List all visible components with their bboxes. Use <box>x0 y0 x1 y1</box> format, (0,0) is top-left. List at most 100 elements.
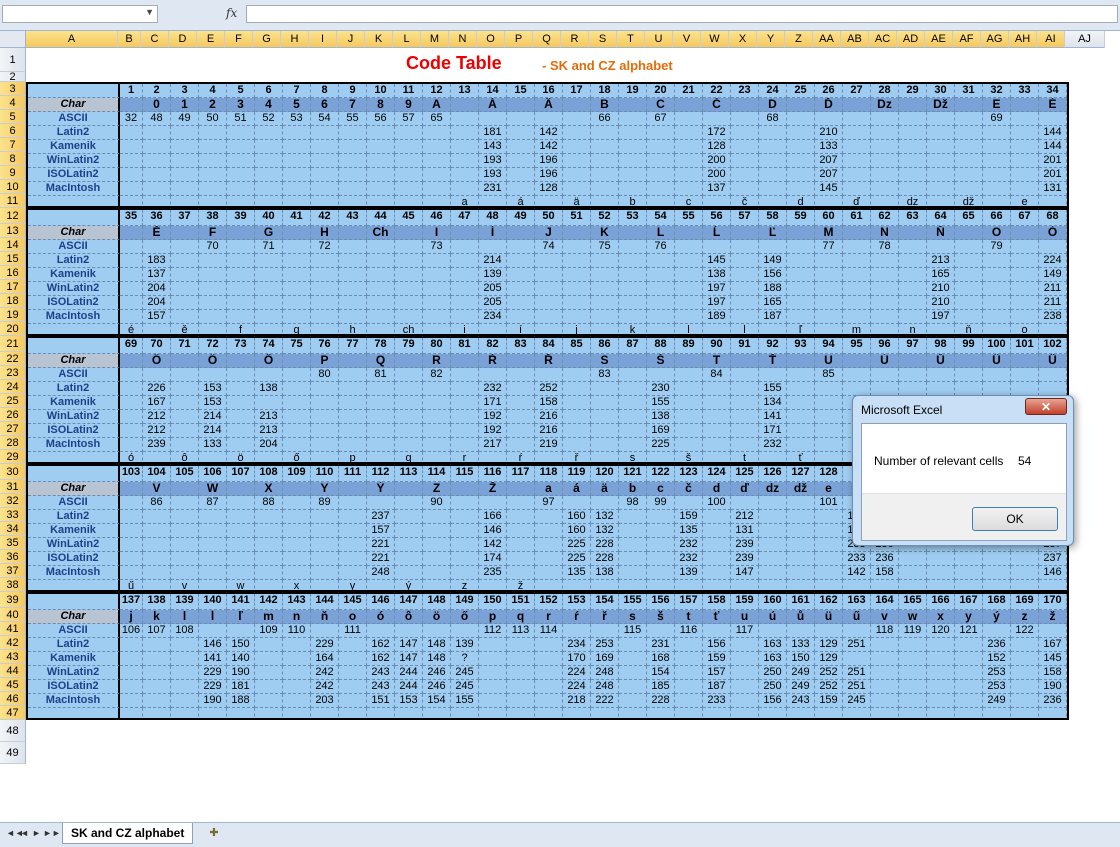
table-cell[interactable]: 221 <box>367 538 395 552</box>
table-cell[interactable] <box>899 98 927 112</box>
table-cell[interactable]: 252 <box>815 680 843 694</box>
table-cell[interactable]: 112 <box>367 466 395 482</box>
table-cell[interactable]: 214 <box>479 254 507 268</box>
table-cell[interactable] <box>647 254 675 268</box>
table-cell[interactable]: 167 <box>955 594 983 610</box>
table-cell[interactable]: É <box>1039 98 1067 112</box>
table-cell[interactable] <box>451 282 479 296</box>
table-cell[interactable]: g <box>283 324 311 334</box>
table-cell[interactable] <box>927 240 955 254</box>
table-cell[interactable] <box>647 182 675 196</box>
table-cell[interactable] <box>703 424 731 438</box>
table-cell[interactable] <box>171 368 199 382</box>
table-cell[interactable] <box>955 708 983 718</box>
table-cell[interactable] <box>955 282 983 296</box>
table-cell[interactable]: ž <box>507 580 535 590</box>
table-cell[interactable] <box>843 154 871 168</box>
table-cell[interactable]: H <box>311 226 339 240</box>
table-cell[interactable]: ř <box>563 452 591 462</box>
table-cell[interactable] <box>395 510 423 524</box>
table-cell[interactable] <box>675 666 703 680</box>
table-cell[interactable]: 40 <box>255 210 283 226</box>
table-cell[interactable]: 146 <box>479 524 507 538</box>
table-cell[interactable] <box>143 538 171 552</box>
table-cell[interactable] <box>283 566 311 580</box>
table-cell[interactable] <box>367 268 395 282</box>
column-header[interactable]: J <box>337 31 365 48</box>
table-cell[interactable] <box>619 552 647 566</box>
table-cell[interactable] <box>591 154 619 168</box>
table-cell[interactable]: 242 <box>311 666 339 680</box>
table-cell[interactable] <box>703 552 731 566</box>
table-cell[interactable]: á <box>563 482 591 496</box>
table-cell[interactable] <box>983 368 1011 382</box>
column-header[interactable]: T <box>617 31 645 48</box>
row-header[interactable]: 27 <box>0 422 26 436</box>
table-cell[interactable]: 66 <box>591 112 619 126</box>
table-cell[interactable]: 133 <box>199 438 227 452</box>
table-cell[interactable] <box>759 552 787 566</box>
table-cell[interactable] <box>451 354 479 368</box>
table-cell[interactable] <box>983 282 1011 296</box>
table-cell[interactable] <box>927 382 955 396</box>
table-cell[interactable] <box>843 382 871 396</box>
table-cell[interactable]: 158 <box>703 594 731 610</box>
table-cell[interactable] <box>731 112 759 126</box>
row-label[interactable]: Latin2 <box>28 126 120 140</box>
table-cell[interactable] <box>395 708 423 718</box>
table-cell[interactable] <box>535 254 563 268</box>
table-cell[interactable] <box>619 112 647 126</box>
table-cell[interactable] <box>199 324 227 334</box>
table-cell[interactable] <box>255 666 283 680</box>
table-cell[interactable] <box>339 182 367 196</box>
row-header[interactable]: 42 <box>0 636 26 650</box>
table-cell[interactable]: 156 <box>703 638 731 652</box>
table-cell[interactable]: 154 <box>423 694 451 708</box>
table-cell[interactable] <box>255 268 283 282</box>
table-cell[interactable]: 232 <box>675 538 703 552</box>
table-cell[interactable]: 126 <box>759 466 787 482</box>
table-cell[interactable]: 157 <box>675 594 703 610</box>
table-cell[interactable] <box>423 282 451 296</box>
table-cell[interactable] <box>787 708 815 718</box>
table-cell[interactable] <box>227 382 255 396</box>
table-cell[interactable] <box>451 566 479 580</box>
table-cell[interactable] <box>339 694 367 708</box>
table-cell[interactable] <box>759 196 787 206</box>
table-cell[interactable] <box>983 254 1011 268</box>
table-cell[interactable] <box>339 566 367 580</box>
table-cell[interactable]: 163 <box>759 638 787 652</box>
table-cell[interactable] <box>591 196 619 206</box>
table-cell[interactable] <box>787 126 815 140</box>
table-cell[interactable] <box>1011 652 1039 666</box>
table-cell[interactable] <box>619 438 647 452</box>
table-cell[interactable] <box>171 680 199 694</box>
table-cell[interactable]: Ó <box>1039 226 1067 240</box>
table-cell[interactable] <box>120 296 143 310</box>
table-cell[interactable] <box>927 580 955 590</box>
table-cell[interactable] <box>563 580 591 590</box>
table-cell[interactable]: ď <box>843 196 871 206</box>
table-cell[interactable]: 33 <box>1011 84 1039 98</box>
table-cell[interactable]: 226 <box>143 382 171 396</box>
table-cell[interactable]: 123 <box>675 466 703 482</box>
table-cell[interactable]: š <box>647 610 675 624</box>
table-cell[interactable] <box>927 566 955 580</box>
table-cell[interactable] <box>731 496 759 510</box>
table-cell[interactable]: 16 <box>535 84 563 98</box>
table-cell[interactable] <box>423 140 451 154</box>
table-cell[interactable] <box>759 624 787 638</box>
table-cell[interactable]: 244 <box>395 680 423 694</box>
table-cell[interactable] <box>535 510 563 524</box>
table-cell[interactable] <box>339 240 367 254</box>
table-cell[interactable] <box>1011 296 1039 310</box>
table-cell[interactable] <box>339 496 367 510</box>
table-cell[interactable]: 161 <box>787 594 815 610</box>
table-cell[interactable] <box>311 140 339 154</box>
table-cell[interactable]: 111 <box>339 624 367 638</box>
table-cell[interactable] <box>120 424 143 438</box>
table-cell[interactable] <box>703 566 731 580</box>
table-cell[interactable] <box>759 566 787 580</box>
table-cell[interactable]: 13 <box>451 84 479 98</box>
table-cell[interactable] <box>815 382 843 396</box>
